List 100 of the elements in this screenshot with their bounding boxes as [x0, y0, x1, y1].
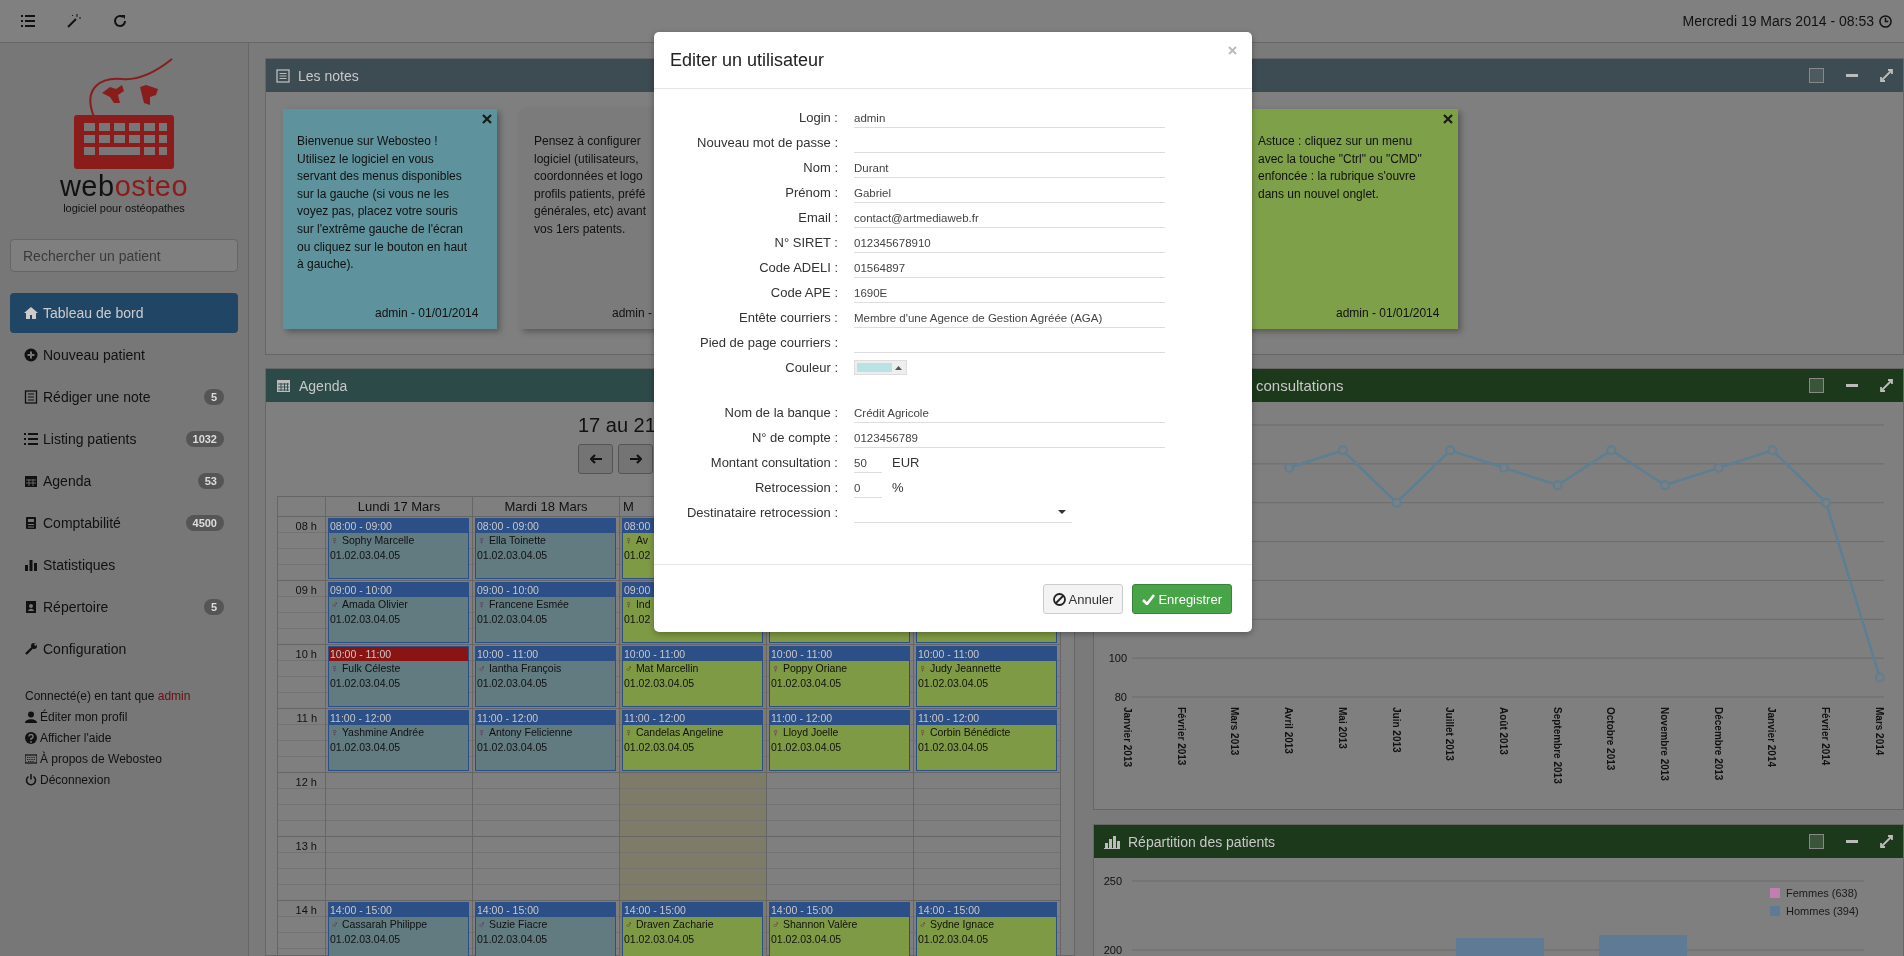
sidebar-item[interactable]: Configuration — [10, 629, 238, 669]
appointment-time: 08:00 — [624, 520, 651, 532]
appointment-card[interactable]: 10:00 - 11:00 ♀ Judy Jeannette 01.02.03.04.05 — [916, 646, 1057, 707]
gender-sign: ♀ — [625, 598, 633, 610]
count-badge: 4500 — [185, 515, 224, 531]
appointment-card[interactable]: 08:00 - 09:00 ♀ Sophy Marcelle 01.02.03.04.05 — [328, 518, 469, 579]
text-field[interactable]: 1690E — [854, 282, 1165, 303]
appointment-card[interactable]: 14:00 - 15:00 ♂ Cassarah Philippe 01.02.03.04.05 — [328, 902, 469, 956]
gender-sign: ♀ — [478, 598, 486, 610]
magic-wand-icon[interactable] — [67, 14, 81, 28]
square-icon[interactable] — [1809, 834, 1824, 849]
patient-name: Mat Marcellin — [635, 662, 699, 674]
gender-sign: ♀ — [919, 662, 927, 674]
sidebar-item[interactable]: Tableau de bord — [10, 293, 238, 333]
text-field[interactable]: Membre d'une Agence de Gestion Agréée (AGA) — [854, 307, 1165, 328]
save-button[interactable]: Enregistrer — [1132, 584, 1232, 614]
appointment-card[interactable]: 11:00 - 12:00 ♀ Candelas Angeline 01.02.03.04.05 — [622, 710, 763, 771]
text-field[interactable]: Crédit Agricole — [854, 402, 1165, 423]
sidebar-link[interactable]: Éditer mon profil — [25, 710, 238, 724]
appointment-card[interactable]: 09:00 - 10:00 ♀ Francene Esmée 01.02.03.04.05 — [475, 582, 616, 643]
appointment-card[interactable]: 10:00 - 11:00 ♂ Mat Marcellin 01.02.03.04.05 — [622, 646, 763, 707]
calculator-icon — [24, 516, 38, 530]
sidebar-item[interactable]: Statistiques — [10, 545, 238, 585]
sidebar-item[interactable]: Listing patients 1032 — [10, 419, 238, 459]
patient-name: Suzie Fiacre — [488, 918, 548, 930]
appointment-card[interactable]: 14:00 - 15:00 ♂ Shannon Valère 01.02.03.04.05 — [769, 902, 910, 956]
phone-number: 01.02.03.04.05 — [918, 933, 989, 945]
expand-icon[interactable] — [1880, 69, 1893, 82]
appointment-card[interactable]: 14:00 - 15:00 ♂ Draven Zacharie 01.02.03.04.05 — [622, 902, 763, 956]
appointment-card[interactable]: 11:00 - 12:00 ♀ Corbin Bénédicte 01.02.03.04.05 — [916, 710, 1057, 771]
sidebar-link[interactable]: Déconnexion — [25, 773, 238, 787]
sidebar-link[interactable]: À propos de Webosteo — [25, 752, 238, 766]
month-label: Septembre 2013 — [1551, 707, 1563, 784]
field-label: N° de compte : — [750, 430, 839, 445]
square-icon[interactable] — [1809, 378, 1824, 393]
close-icon[interactable] — [1443, 114, 1453, 124]
minimize-icon[interactable] — [1846, 73, 1858, 78]
appointment-card[interactable]: 10:00 - 11:00 ♂ Iantha François 01.02.03.04.05 — [475, 646, 616, 707]
field-label: Retrocession : — [753, 480, 839, 495]
refresh-icon[interactable] — [113, 14, 127, 28]
next-button[interactable] — [618, 444, 653, 474]
day-header: Lundi 17 Mars — [357, 499, 441, 514]
appointment-card[interactable]: 14:00 - 15:00 ♂ Suzie Fiacre 01.02.03.04.05 — [475, 902, 616, 956]
expand-icon[interactable] — [1880, 835, 1893, 848]
appointment-time: 11:00 - 12:00 — [330, 712, 392, 724]
color-picker[interactable] — [854, 360, 907, 375]
appointment-time: 10:00 - 11:00 — [918, 648, 980, 660]
gender-sign: ♂ — [478, 662, 486, 674]
appointment-card[interactable]: 08:00 - 09:00 ♀ Ella Toinette 01.02.03.04.05 — [475, 518, 616, 579]
list-icon — [24, 432, 38, 446]
text-field[interactable]: 012345678910 — [854, 232, 1165, 253]
text-field[interactable]: 0123456789 — [854, 427, 1165, 448]
note-icon — [24, 390, 38, 404]
data-point — [1767, 445, 1778, 456]
patient-name: Ind — [635, 598, 651, 610]
expand-icon[interactable] — [1880, 379, 1893, 392]
appointment-time: 09:00 — [624, 584, 651, 596]
phone-number: 01.02.03.04.05 — [330, 613, 401, 625]
minimize-icon[interactable] — [1846, 839, 1858, 844]
text-field[interactable]: 01564897 — [854, 257, 1165, 278]
month-label: Juin 2013 — [1390, 707, 1402, 753]
gender-sign: ♀ — [331, 726, 339, 738]
field-label: Nom de la banque : — [723, 405, 839, 420]
minimize-icon[interactable] — [1846, 383, 1858, 388]
sidebar-item[interactable]: Répertoire 5 — [10, 587, 238, 627]
data-point — [1606, 445, 1617, 456]
logo-tagline: logiciel pour ostéopathes — [63, 202, 185, 214]
appointment-card[interactable]: 09:00 - 10:00 ♂ Amada Olivier 01.02.03.04.05 — [328, 582, 469, 643]
appointment-card[interactable]: 10:00 - 11:00 ♀ Poppy Oriane 01.02.03.04.05 — [769, 646, 910, 707]
axis-tick-label: 200 — [1103, 944, 1122, 956]
appointment-card[interactable]: 11:00 - 12:00 ♀ Antony Felicienne 01.02.03.04.05 — [475, 710, 616, 771]
appointment-card[interactable]: 11:00 - 12:00 ♀ Lloyd Joelle 01.02.03.04.05 — [769, 710, 910, 771]
month-label: Janvier 2014 — [1766, 707, 1778, 768]
sidebar-item[interactable]: Nouveau patient — [10, 335, 238, 375]
number-field[interactable]: 50 — [854, 452, 882, 473]
menu-icon[interactable] — [21, 15, 35, 27]
search-field[interactable]: Rechercher un patient — [10, 239, 238, 272]
text-field[interactable]: admin — [854, 107, 1165, 128]
appointment-card[interactable]: 14:00 - 15:00 ♂ Sydne Ignace 01.02.03.04.05 — [916, 902, 1057, 956]
close-icon[interactable] — [482, 114, 492, 124]
sidebar-item[interactable]: Rédiger une note 5 — [10, 377, 238, 417]
appointment-card[interactable]: 10:00 - 11:00 ♀ Fulk Céleste 01.02.03.04.05 — [328, 646, 469, 707]
gender-sign: ♀ — [772, 662, 780, 674]
number-field[interactable]: 0 — [854, 477, 882, 498]
text-field[interactable]: contact@artmediaweb.fr — [854, 207, 1165, 228]
text-field[interactable]: Gabriel — [854, 182, 1165, 203]
square-icon[interactable] — [1809, 68, 1824, 83]
patient-name: Av — [635, 534, 648, 546]
field-label: Nom : — [802, 160, 839, 175]
note-footer: admin - 01/01/2014 — [297, 306, 491, 320]
text-field[interactable]: Durant — [854, 157, 1165, 178]
previous-button[interactable] — [578, 444, 613, 474]
sidebar-item[interactable]: Comptabilité 4500 — [10, 503, 238, 543]
gender-sign: ♀ — [478, 726, 486, 738]
appointment-card[interactable]: 11:00 - 12:00 ♀ Yashmine Andrée 01.02.03.04.05 — [328, 710, 469, 771]
phone-number: 01.02.03.04.05 — [477, 677, 548, 689]
sidebar-item[interactable]: Agenda 53 — [10, 461, 238, 501]
sidebar-link[interactable]: Afficher l'aide — [25, 731, 238, 745]
phone-number: 01.02.03.04.05 — [477, 613, 548, 625]
cancel-button[interactable]: Annuler — [1042, 584, 1124, 614]
